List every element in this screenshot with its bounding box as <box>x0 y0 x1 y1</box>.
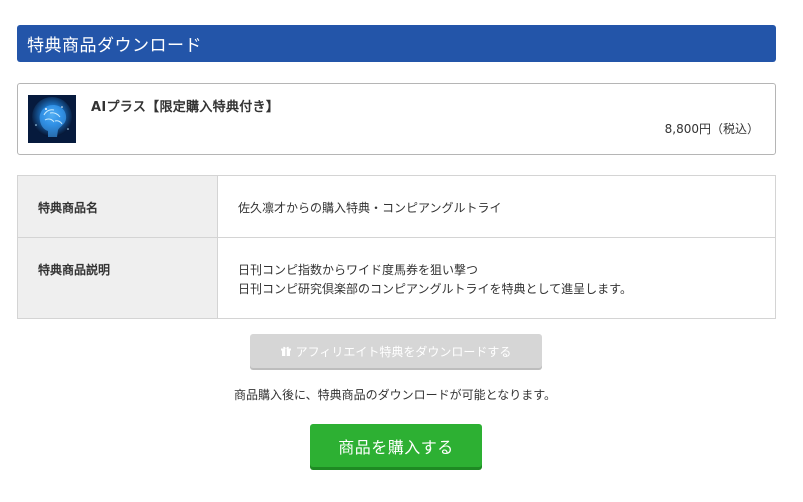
table-row: 特典商品説明 日刊コンピ指数からワイド度馬券を狙い撃つ 日刊コンピ研究倶楽部のコ… <box>17 237 776 319</box>
table-row-value: 日刊コンピ指数からワイド度馬券を狙い撃つ 日刊コンピ研究倶楽部のコンピアングルト… <box>217 237 776 319</box>
brain-thumbnail-icon <box>28 95 76 143</box>
download-bonus-label: アフィリエイト特典をダウンロードする <box>295 344 512 359</box>
product-name: AIプラス【限定購入特典付き】 <box>91 100 280 115</box>
table-row-value: 佐久凛才からの購入特典・コンピアングルトライ <box>217 175 776 238</box>
page: 特典商品ダウンロード AIプラス【限定購入特典付き】 8,800円（税込） 特典… <box>0 0 803 502</box>
table-row-label: 特典商品名 <box>17 175 218 238</box>
product-card: AIプラス【限定購入特典付き】 8,800円（税込） <box>17 83 776 155</box>
section-header: 特典商品ダウンロード <box>17 25 776 62</box>
description-line: 日刊コンピ研究倶楽部のコンピアングルトライを特典として進呈します。 <box>238 282 632 296</box>
product-price: 8,800円（税込） <box>664 122 759 136</box>
table-row: 特典商品名 佐久凛才からの購入特典・コンピアングルトライ <box>17 175 776 238</box>
bonus-details-table: 特典商品名 佐久凛才からの購入特典・コンピアングルトライ 特典商品説明 日刊コン… <box>17 175 776 319</box>
purchase-button-label: 商品を購入する <box>338 439 454 457</box>
section-title: 特典商品ダウンロード <box>27 36 202 56</box>
table-row-label: 特典商品説明 <box>17 237 218 319</box>
description-line: 日刊コンピ指数からワイド度馬券を狙い撃つ <box>238 263 479 277</box>
purchase-button[interactable]: 商品を購入する <box>310 424 482 467</box>
purchase-notice: 商品購入後に、特典商品のダウンロードが可能となります。 <box>233 388 557 402</box>
gift-icon <box>280 346 291 356</box>
download-bonus-button[interactable]: アフィリエイト特典をダウンロードする <box>250 334 542 368</box>
